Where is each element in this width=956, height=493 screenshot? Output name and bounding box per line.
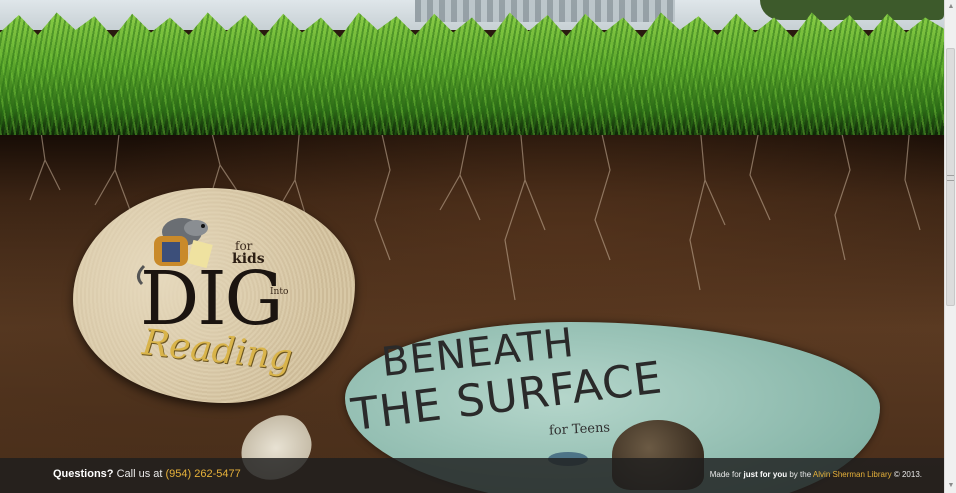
chevron-up-icon[interactable]: ▲ — [945, 0, 956, 14]
grass-illustration — [0, 12, 944, 135]
copyright-text: © 2013. — [893, 470, 922, 479]
scrollbar-grip-icon — [947, 175, 954, 181]
footer-contact: Questions? Call us at (954) 262-5477 — [53, 468, 241, 480]
into-label: Into — [270, 287, 289, 297]
bushes-background — [760, 0, 944, 20]
phone-link[interactable]: (954) 262-5477 — [166, 468, 241, 480]
footer-bar: Questions? Call us at (954) 262-5477 Mad… — [0, 458, 944, 493]
vertical-scrollbar[interactable]: ▲ ▼ — [944, 0, 956, 493]
made-for-text: Made for — [709, 470, 742, 479]
just-for-you-text: just for you — [743, 470, 788, 479]
footer-credits: Made for just for you by the Alvin Sherm… — [710, 470, 922, 479]
page-scene: for kids DIG Into Reading BENEATH THE SU… — [0, 0, 944, 493]
for-teens-label: for Teens — [548, 420, 611, 439]
call-text: Call us at — [116, 468, 163, 480]
library-link[interactable]: Alvin Sherman Library — [813, 470, 892, 479]
by-the-text: by the — [789, 470, 812, 479]
questions-label: Questions? — [53, 468, 114, 480]
chevron-down-icon[interactable]: ▼ — [945, 479, 956, 493]
